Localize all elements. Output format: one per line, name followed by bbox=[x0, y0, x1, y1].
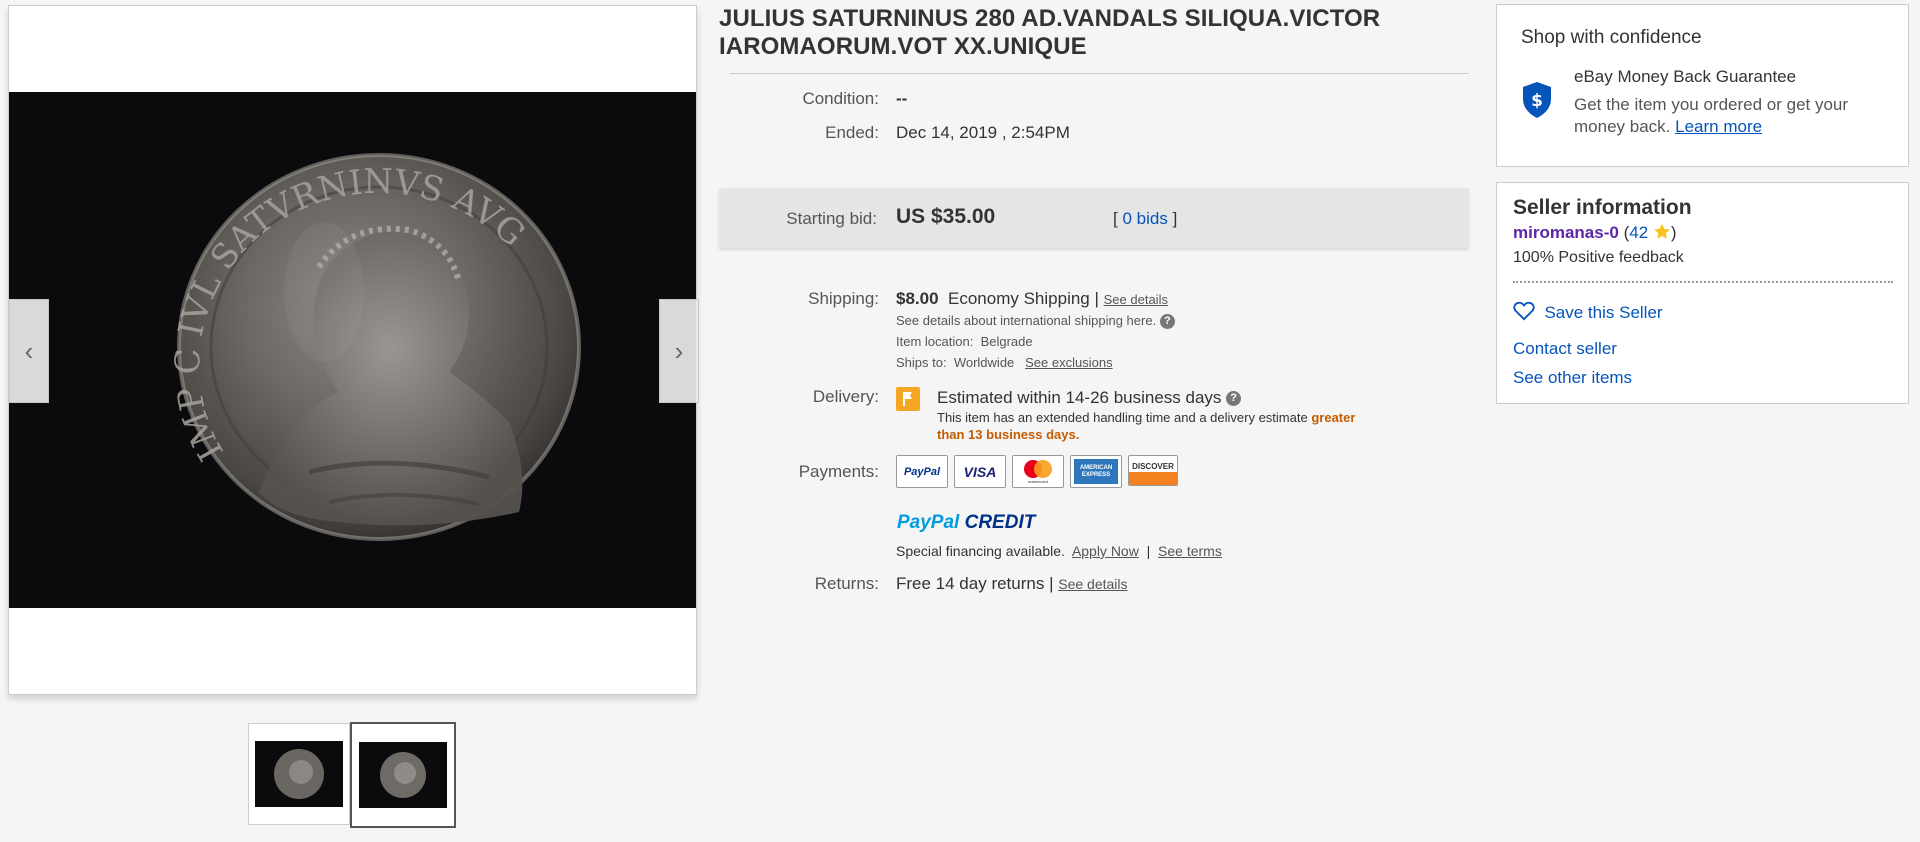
condition-value: -- bbox=[896, 89, 908, 108]
payment-icons: PayPal VISA mastercard AMERICAN EXPRESS … bbox=[896, 455, 1196, 488]
guarantee-title: eBay Money Back Guarantee bbox=[1574, 67, 1797, 86]
seller-information-box: Seller information miromanas-0 (42 ) 100… bbox=[1496, 182, 1909, 404]
bid-box: Starting bid: US $35.00 [ 0 bids ] bbox=[719, 188, 1469, 248]
chevron-right-icon: › bbox=[674, 335, 684, 366]
bids-link[interactable]: 0 bids bbox=[1122, 209, 1167, 228]
shield-icon: $ bbox=[1521, 81, 1553, 124]
heart-icon bbox=[1513, 301, 1535, 322]
payments-label: Payments: bbox=[798, 462, 879, 481]
item-location-label: Item location: bbox=[896, 334, 974, 349]
save-seller-row[interactable]: Save this Seller bbox=[1513, 301, 1663, 323]
feedback-score-link[interactable]: 42 bbox=[1629, 223, 1648, 242]
learn-more-link[interactable]: Learn more bbox=[1675, 117, 1762, 136]
paypal-icon: PayPal bbox=[896, 455, 948, 488]
returns-label: Returns: bbox=[814, 574, 879, 593]
seller-heading: Seller information bbox=[1513, 196, 1692, 219]
help-icon[interactable]: ? bbox=[1159, 314, 1175, 330]
divider bbox=[1513, 281, 1893, 283]
image-gallery: IMP C IVL SATVRNINVS AVG ‹ › bbox=[8, 5, 699, 695]
see-terms-link[interactable]: See terms bbox=[1158, 543, 1222, 559]
shipping-details-link[interactable]: See details bbox=[1104, 292, 1168, 307]
returns-details-link[interactable]: See details bbox=[1058, 576, 1127, 592]
contact-seller-link[interactable]: Contact seller bbox=[1513, 339, 1617, 359]
chevron-left-icon: ‹ bbox=[24, 335, 34, 366]
paypal-credit-logo: PayPal CREDIT bbox=[897, 512, 1036, 533]
thumbnail-1[interactable] bbox=[248, 723, 350, 825]
help-icon[interactable]: ? bbox=[1226, 391, 1242, 407]
mastercard-icon: mastercard bbox=[1012, 455, 1064, 488]
thumbnail-image bbox=[359, 742, 447, 808]
coin-photo: IMP C IVL SATVRNINVS AVG bbox=[9, 92, 696, 608]
shipping-method: Economy Shipping | bbox=[948, 289, 1099, 308]
seller-name-row: miromanas-0 (42 ) bbox=[1513, 223, 1677, 242]
prev-image-button[interactable]: ‹ bbox=[9, 299, 49, 403]
seller-name-link[interactable]: miromanas-0 bbox=[1513, 223, 1619, 242]
ended-value: Dec 14, 2019 , 2:54PM bbox=[896, 123, 1070, 142]
thumbnail-image bbox=[255, 741, 343, 807]
shipping-value: $8.00 Economy Shipping | See details bbox=[896, 289, 1168, 309]
delivery-label: Delivery: bbox=[812, 387, 879, 406]
financing-text: Special financing available. bbox=[896, 543, 1065, 559]
ships-to-value: Worldwide bbox=[953, 355, 1015, 370]
positive-feedback: 100% Positive feedback bbox=[1513, 249, 1684, 266]
listing-title: JULIUS SATURNINUS 280 AD.VANDALS SILIQUA… bbox=[719, 5, 1381, 60]
discover-icon: DISCOVER bbox=[1128, 455, 1178, 486]
intl-shipping-note: See details about international shipping… bbox=[896, 313, 1175, 330]
item-location-value: Belgrade bbox=[980, 334, 1033, 349]
bids-count: [ 0 bids ] bbox=[1113, 209, 1178, 228]
apply-now-link[interactable]: Apply Now bbox=[1072, 543, 1139, 559]
delivery-note: This item has an extended handling time … bbox=[937, 410, 1356, 442]
confidence-heading: Shop with confidence bbox=[1521, 27, 1702, 48]
save-seller-link[interactable]: Save this Seller bbox=[1544, 303, 1662, 322]
delivery-flag-icon bbox=[896, 387, 920, 411]
guarantee-text: Get the item you ordered or get your mon… bbox=[1574, 95, 1849, 136]
see-exclusions-link[interactable]: See exclusions bbox=[1025, 355, 1112, 370]
financing-row: Special financing available. Apply Now |… bbox=[896, 543, 1222, 559]
ships-to-label: Ships to: bbox=[896, 355, 947, 370]
shipping-label: Shipping: bbox=[808, 289, 879, 308]
visa-icon: VISA bbox=[954, 455, 1006, 488]
returns-value: Free 14 day returns | See details bbox=[896, 574, 1128, 593]
starting-bid-value: US $35.00 bbox=[896, 205, 996, 228]
svg-text:$: $ bbox=[1531, 91, 1543, 111]
main-image[interactable]: IMP C IVL SATVRNINVS AVG bbox=[9, 92, 696, 608]
thumbnail-2[interactable] bbox=[350, 722, 456, 828]
see-other-items-link[interactable]: See other items bbox=[1513, 368, 1632, 388]
divider bbox=[730, 73, 1469, 74]
shipping-price: $8.00 bbox=[896, 289, 939, 308]
ended-label: Ended: bbox=[825, 123, 879, 142]
condition-label: Condition: bbox=[802, 89, 879, 108]
next-image-button[interactable]: › bbox=[659, 299, 699, 403]
shop-with-confidence-box: Shop with confidence $ eBay Money Back G… bbox=[1496, 4, 1909, 167]
starting-bid-label: Starting bid: bbox=[786, 209, 877, 228]
star-icon bbox=[1653, 223, 1671, 242]
delivery-estimate: Estimated within 14-26 business days ? bbox=[937, 388, 1242, 408]
amex-icon: AMERICAN EXPRESS bbox=[1070, 455, 1122, 488]
